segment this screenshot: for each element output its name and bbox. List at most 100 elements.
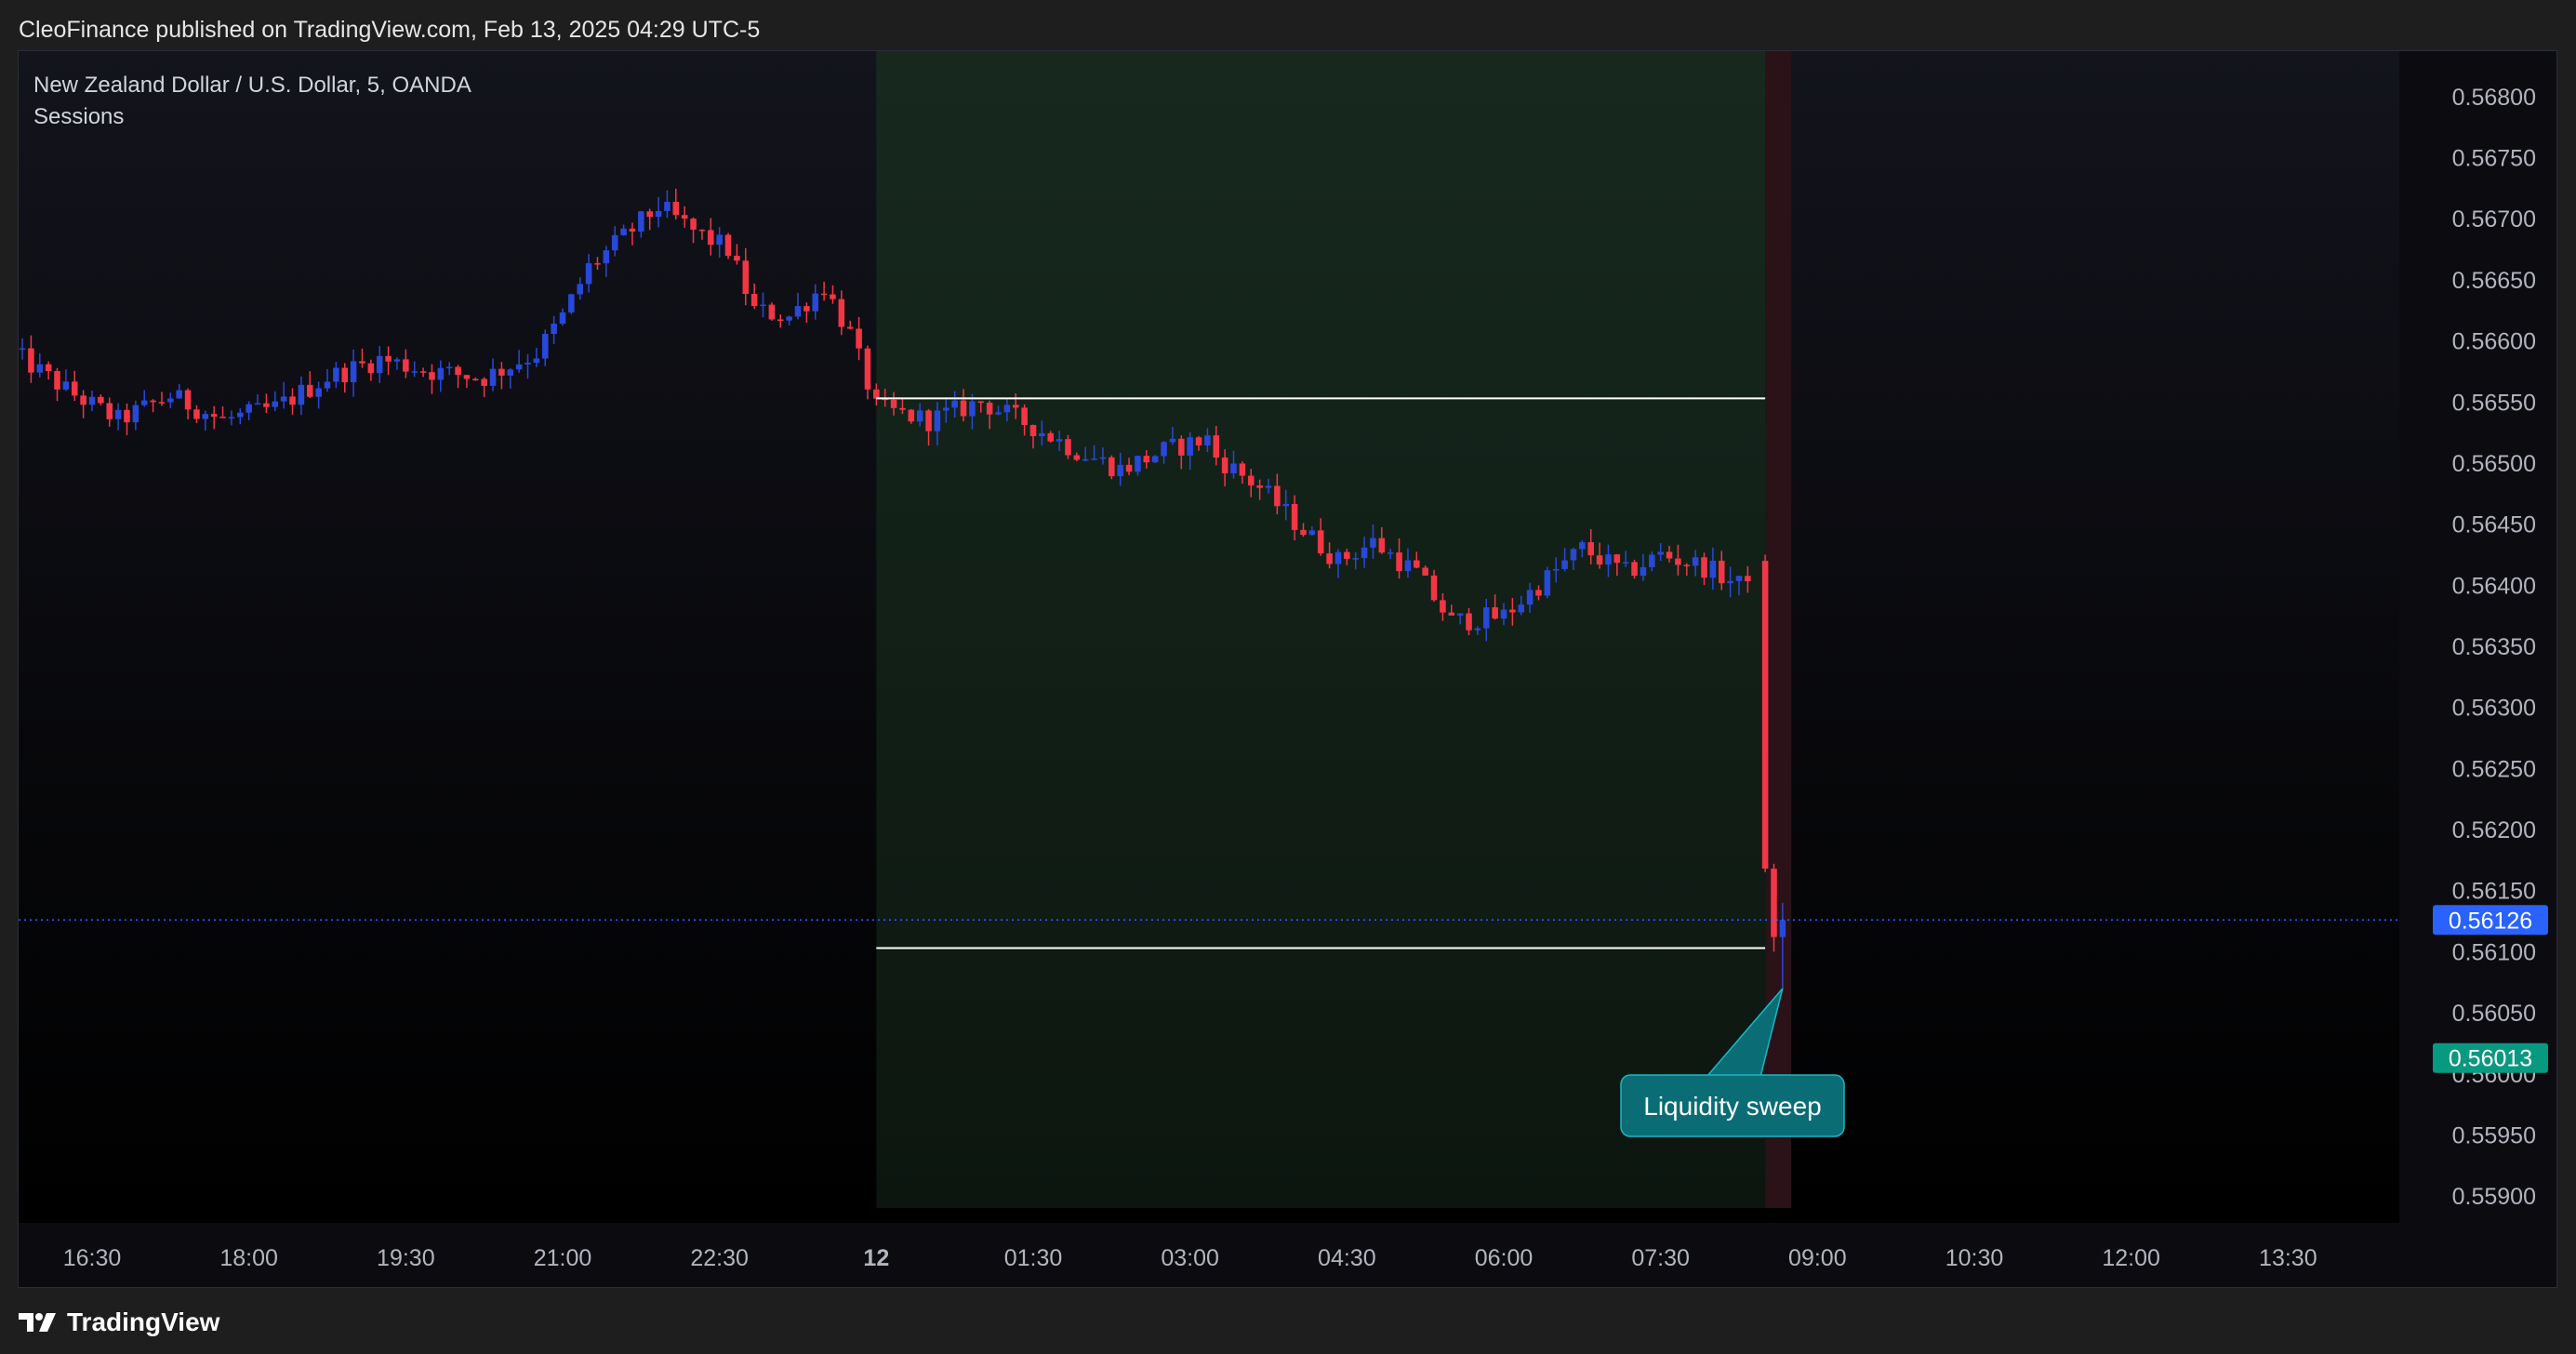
candle-body	[655, 210, 662, 218]
y-tick-label: 0.56650	[2452, 268, 2536, 294]
y-tick-label: 0.56100	[2452, 939, 2536, 965]
candle-body	[1466, 613, 1472, 631]
x-tick-label: 22:30	[690, 1245, 749, 1271]
candle-body	[1247, 475, 1255, 486]
candle-body	[124, 409, 130, 423]
candle-body	[1745, 576, 1751, 582]
candle-body	[341, 367, 349, 383]
candle-body	[646, 211, 653, 218]
candle-body	[1239, 463, 1246, 476]
candle-body	[551, 324, 557, 335]
price-chart[interactable]: Liquidity sweep 0.56800 0.56750 0.56700 0.56…	[19, 51, 2557, 1288]
candle-body	[760, 304, 766, 307]
candle-body	[1683, 564, 1691, 566]
candle-body	[507, 369, 514, 376]
candle-body	[489, 368, 497, 386]
candle-body	[1440, 600, 1446, 613]
y-tick-label: 0.56250	[2452, 756, 2536, 782]
candle-body	[1396, 552, 1402, 572]
candle-body	[1622, 562, 1629, 564]
candle-body	[820, 293, 828, 296]
candle-body	[515, 364, 523, 370]
candle-body	[62, 381, 70, 390]
candle-body	[1482, 607, 1490, 629]
candle-body	[1552, 568, 1560, 571]
candle-body	[324, 381, 331, 389]
candle-body	[376, 355, 383, 374]
candle-body	[986, 403, 993, 415]
candle-body	[1456, 613, 1464, 616]
candle-body	[1352, 558, 1359, 560]
candle-body	[716, 234, 723, 246]
candle-body	[1109, 457, 1115, 477]
candle-body	[594, 263, 601, 265]
candle-body	[708, 230, 714, 246]
candle-body	[559, 312, 566, 325]
candle-body	[393, 359, 401, 362]
candle-body	[1474, 628, 1481, 631]
candle-body	[1613, 554, 1621, 564]
candle-body	[1544, 570, 1551, 596]
candle-body	[1195, 437, 1202, 446]
candle-body	[603, 250, 610, 264]
candle-body	[1204, 435, 1211, 446]
candle-body	[577, 284, 584, 295]
candle-body	[98, 396, 104, 404]
candle-body	[1221, 458, 1228, 474]
candle-body	[54, 371, 60, 390]
candle-body	[585, 263, 592, 285]
candle-body	[210, 414, 218, 418]
y-tick-label: 0.55950	[2452, 1122, 2536, 1148]
candle-body	[1029, 424, 1037, 437]
candle-body	[1317, 530, 1324, 554]
candle-body	[1125, 464, 1133, 472]
candle-body	[1570, 549, 1577, 561]
y-tick-label: 0.56350	[2452, 634, 2536, 660]
indicator-label[interactable]: Sessions	[33, 101, 471, 133]
candle-body	[333, 367, 339, 382]
candle-body	[429, 372, 435, 380]
candle-body	[1326, 553, 1333, 564]
candle-body	[1344, 551, 1350, 559]
candle-2300[interactable]	[768, 302, 776, 321]
candle-body	[1771, 869, 1777, 937]
candle-body	[1230, 463, 1237, 474]
candle-body	[1143, 456, 1150, 463]
x-tick-label: 13:30	[2259, 1245, 2317, 1271]
y-tick-label: 0.56050	[2452, 1001, 2536, 1027]
y-tick-label: 0.56700	[2452, 206, 2536, 232]
published-info: CleoFinance published on TradingView.com…	[19, 17, 761, 43]
candle-2235[interactable]	[724, 232, 732, 259]
candle-body	[36, 364, 44, 373]
symbol-label[interactable]: New Zealand Dollar / U.S. Dollar, 5, OAN…	[33, 70, 471, 101]
y-tick-label: 0.56400	[2452, 573, 2536, 599]
candle-body	[193, 409, 200, 419]
candle-body	[1047, 432, 1055, 442]
candle-body	[995, 412, 1002, 415]
candle-body	[1387, 552, 1394, 554]
target-price-label[interactable]: 0.56013	[2449, 1046, 2532, 1072]
candle-2105[interactable]	[568, 293, 575, 315]
x-tick-label: 09:00	[1788, 1245, 1847, 1271]
candle-body	[925, 410, 932, 431]
candle-body	[1596, 555, 1603, 565]
candle-body	[916, 410, 923, 422]
candle-body	[158, 402, 166, 404]
last-price-label[interactable]: 0.56126	[2449, 908, 2532, 934]
candle-body	[1282, 503, 1290, 507]
candle-2640[interactable]	[1151, 455, 1159, 463]
chart-pane[interactable]: Liquidity sweep 0.56800 0.56750 0.56700 0.56…	[18, 50, 2557, 1288]
candle-body	[856, 328, 862, 349]
candle-2615[interactable]	[1109, 455, 1115, 480]
candle-body	[1169, 438, 1176, 443]
candle-body	[1256, 485, 1263, 488]
candle-3230[interactable]	[1761, 554, 1769, 873]
candle-body	[943, 407, 949, 411]
candle-body	[1151, 456, 1159, 463]
candle-3025[interactable]	[1544, 566, 1551, 599]
y-tick-label: 0.56550	[2452, 390, 2536, 416]
candle-body	[1535, 590, 1542, 596]
candle-body	[899, 407, 906, 410]
x-tick-label: 16:30	[63, 1245, 122, 1271]
candle-body	[246, 404, 252, 413]
